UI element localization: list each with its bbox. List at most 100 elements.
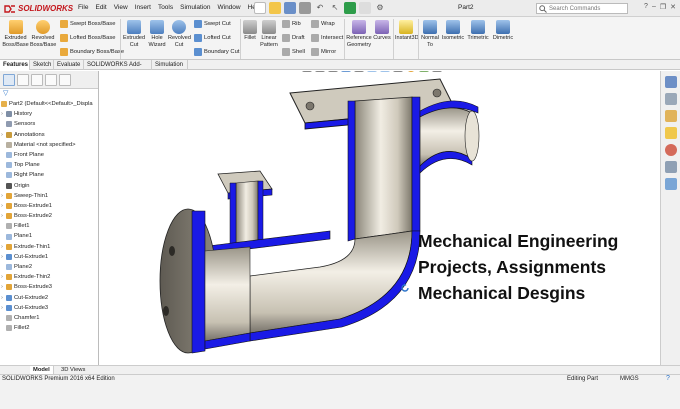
- tab-sketch[interactable]: Sketch: [30, 60, 54, 70]
- dynamic-annotation-icon[interactable]: [354, 71, 364, 72]
- search-commands-input[interactable]: Search Commands: [536, 3, 628, 14]
- hole-wizard-button[interactable]: Hole Wizard: [146, 20, 168, 48]
- tree-item[interactable]: Fillet1: [0, 221, 98, 231]
- lofted-boss-button[interactable]: Lofted Boss/Base: [60, 34, 115, 42]
- tab-features[interactable]: Features: [0, 60, 30, 70]
- file-properties-icon[interactable]: [359, 2, 371, 14]
- filter-icon[interactable]: ▽: [0, 89, 98, 99]
- zoom-to-fit-icon[interactable]: [302, 71, 312, 72]
- tree-root[interactable]: Part2 (Default<<Default>_Displa: [0, 99, 98, 109]
- draft-button[interactable]: Draft: [282, 34, 305, 42]
- view-settings-icon[interactable]: [432, 71, 442, 72]
- tab-simulation[interactable]: Simulation: [152, 60, 188, 70]
- menu-file[interactable]: File: [78, 4, 88, 11]
- tree-item[interactable]: Right Plane: [0, 170, 98, 180]
- fillet-button[interactable]: Fillet: [242, 20, 258, 42]
- appearances-icon[interactable]: [664, 144, 677, 156]
- display-manager-tab-icon[interactable]: [59, 73, 71, 86]
- rib-button[interactable]: Rib: [282, 20, 301, 28]
- extruded-cut-button[interactable]: Extruded Cut: [123, 20, 145, 48]
- tree-item[interactable]: › History: [0, 109, 98, 119]
- restore-icon[interactable]: ❐: [660, 3, 666, 11]
- display-style-icon[interactable]: [380, 71, 390, 72]
- view-palette-icon[interactable]: [664, 178, 677, 190]
- section-view-icon[interactable]: [341, 71, 351, 72]
- tab-evaluate[interactable]: Evaluate: [54, 60, 84, 70]
- swept-cut-button[interactable]: Swept Cut: [194, 20, 231, 28]
- feature-manager-tab-icon[interactable]: [3, 73, 15, 86]
- tree-item[interactable]: Front Plane: [0, 150, 98, 160]
- resources-icon[interactable]: [664, 93, 677, 105]
- graphics-area[interactable]: [100, 71, 660, 372]
- menu-insert[interactable]: Insert: [135, 4, 151, 11]
- menu-simulation[interactable]: Simulation: [180, 4, 210, 11]
- expand-arrow-icon[interactable]: ›: [0, 211, 4, 221]
- tree-item[interactable]: › Annotations: [0, 130, 98, 140]
- normal-to-button[interactable]: Normal To: [420, 20, 440, 48]
- tree-item[interactable]: Origin: [0, 181, 98, 191]
- rebuild-icon[interactable]: [344, 2, 356, 14]
- help-icon[interactable]: ?: [644, 3, 648, 11]
- menu-window[interactable]: Window: [217, 4, 240, 11]
- view-orientation-icon[interactable]: [367, 71, 377, 72]
- revolved-boss-button[interactable]: Revolved Boss/Base: [30, 20, 56, 48]
- tree-item[interactable]: Sensors: [0, 119, 98, 129]
- file-explorer-icon[interactable]: [664, 127, 677, 139]
- tree-item[interactable]: › Boss-Extrude1: [0, 201, 98, 211]
- options-icon[interactable]: ⚙: [374, 2, 386, 14]
- lofted-cut-button[interactable]: Lofted Cut: [194, 34, 231, 42]
- tree-item[interactable]: Top Plane: [0, 160, 98, 170]
- open-icon[interactable]: [269, 2, 281, 14]
- apply-scene-icon[interactable]: [419, 71, 429, 72]
- previous-view-icon[interactable]: [328, 71, 338, 72]
- new-icon[interactable]: [254, 2, 266, 14]
- help-icon[interactable]: ?: [666, 375, 670, 382]
- tree-item[interactable]: › Extrude-Thin1: [0, 242, 98, 252]
- configuration-manager-tab-icon[interactable]: [31, 73, 43, 86]
- custom-properties-icon[interactable]: [664, 161, 677, 173]
- tree-item[interactable]: Plane1: [0, 231, 98, 241]
- tree-item[interactable]: › Boss-Extrude3: [0, 282, 98, 292]
- tree-item[interactable]: › Cut-Extrude1: [0, 252, 98, 262]
- hide-show-items-icon[interactable]: [393, 71, 403, 72]
- dimetric-button[interactable]: Dimetric: [491, 20, 515, 42]
- trimetric-button[interactable]: Trimetric: [466, 20, 490, 42]
- wrap-button[interactable]: Wrap: [311, 20, 335, 28]
- tree-item[interactable]: Chamfer1: [0, 313, 98, 323]
- zoom-area-icon[interactable]: [315, 71, 325, 72]
- menu-tools[interactable]: Tools: [158, 4, 173, 11]
- menu-view[interactable]: View: [114, 4, 128, 11]
- boundary-cut-button[interactable]: Boundary Cut: [194, 48, 239, 56]
- design-library-icon[interactable]: [664, 110, 677, 122]
- expand-arrow-icon[interactable]: ›: [0, 303, 4, 313]
- shell-button[interactable]: Shell: [282, 48, 305, 56]
- boundary-boss-button[interactable]: Boundary Boss/Base: [60, 48, 124, 56]
- expand-arrow-icon[interactable]: ›: [0, 130, 4, 140]
- units-selector[interactable]: MMGS: [620, 376, 639, 382]
- expand-arrow-icon[interactable]: ›: [0, 272, 4, 282]
- expand-arrow-icon[interactable]: ›: [0, 242, 4, 252]
- dimxpert-tab-icon[interactable]: [45, 73, 57, 86]
- intersect-button[interactable]: Intersect: [311, 34, 343, 42]
- isometric-button[interactable]: Isometric: [441, 20, 465, 42]
- menu-edit[interactable]: Edit: [95, 4, 106, 11]
- tree-item[interactable]: › Cut-Extrude2: [0, 293, 98, 303]
- mirror-button[interactable]: Mirror: [311, 48, 336, 56]
- select-icon[interactable]: ↖: [329, 2, 341, 14]
- property-manager-tab-icon[interactable]: [17, 73, 29, 86]
- tree-item[interactable]: Material <not specified>: [0, 140, 98, 150]
- tree-item[interactable]: › Boss-Extrude2: [0, 211, 98, 221]
- expand-arrow-icon[interactable]: ›: [0, 293, 4, 303]
- tree-item[interactable]: Fillet2: [0, 323, 98, 333]
- minimize-icon[interactable]: –: [652, 3, 656, 11]
- tab-3d-views[interactable]: 3D Views: [58, 366, 88, 374]
- close-icon[interactable]: ✕: [670, 3, 676, 11]
- print-icon[interactable]: [299, 2, 311, 14]
- undo-icon[interactable]: ↶: [314, 2, 326, 14]
- tree-item[interactable]: › Extrude-Thin2: [0, 272, 98, 282]
- linear-pattern-button[interactable]: Linear Pattern: [258, 20, 280, 48]
- extruded-boss-button[interactable]: Extruded Boss/Base: [2, 20, 29, 48]
- tab-solidworks-add-ins[interactable]: SOLIDWORKS Add-Ins: [84, 60, 152, 78]
- home-icon[interactable]: [664, 76, 677, 88]
- solidworks-logo[interactable]: SOLIDWORKS: [4, 2, 73, 15]
